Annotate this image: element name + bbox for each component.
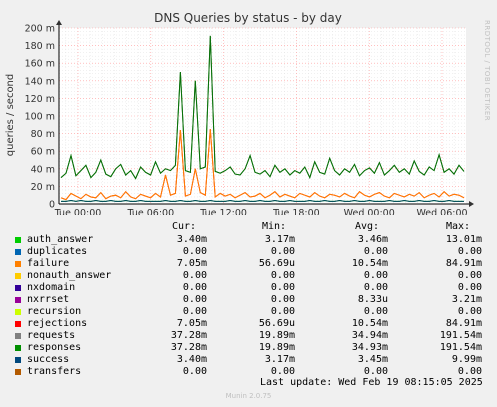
legend-swatch	[15, 309, 21, 315]
legend-swatch	[15, 249, 21, 255]
legend-max: 191.54m	[439, 330, 482, 341]
legend-label: responses	[27, 342, 82, 353]
legend-label: auth_answer	[27, 234, 94, 245]
legend-avg: 10.54m	[351, 318, 388, 329]
legend-cur: 0.00	[182, 246, 207, 257]
legend-label: nxrrset	[27, 294, 70, 305]
legend-avg: 34.94m	[351, 330, 388, 341]
legend-cur: 37.28m	[170, 342, 207, 353]
legend-header-min: Min:	[262, 221, 287, 232]
legend-avg: 3.45m	[357, 354, 388, 365]
legend-swatch	[15, 369, 21, 375]
legend-swatch	[15, 261, 21, 267]
legend-min: 0.00	[270, 294, 295, 305]
legend-swatch	[15, 237, 21, 243]
legend-avg: 34.93m	[351, 342, 388, 353]
y-tick-label: 20 m	[31, 182, 55, 193]
legend-max: 84.91m	[445, 318, 482, 329]
legend-label: requests	[27, 330, 76, 341]
y-tick-label: 180 m	[25, 41, 55, 52]
y-tick-label: 200 m	[25, 24, 55, 35]
legend-max: 3.21m	[451, 294, 482, 305]
legend-avg: 3.46m	[357, 234, 388, 245]
legend-min: 0.00	[270, 270, 295, 281]
version-label: Munin 2.0.75	[225, 392, 272, 400]
x-tick-label: Tue 00:00	[54, 208, 102, 215]
legend-max: 191.54m	[439, 342, 482, 353]
legend-label: rejections	[27, 318, 88, 329]
legend-swatch	[15, 345, 21, 351]
legend-max: 13.01m	[445, 234, 482, 245]
legend-max: 0.00	[457, 270, 482, 281]
legend-min: 19.89m	[258, 342, 295, 353]
legend-max: 0.00	[457, 246, 482, 257]
x-tick-label: Tue 18:00	[272, 208, 320, 215]
legend-label: failure	[27, 258, 70, 269]
legend-swatch	[15, 297, 21, 303]
y-axis-label: queries / second	[5, 74, 16, 156]
last-update: Last update: Wed Feb 19 08:15:05 2025	[260, 377, 483, 388]
legend-min: 0.00	[270, 306, 295, 317]
legend-swatch	[15, 357, 21, 363]
legend-avg: 0.00	[363, 282, 388, 293]
legend-avg: 0.00	[363, 246, 388, 257]
rrdtool-credit: RRDTOOL / TOBI OETIKER	[483, 20, 491, 122]
x-axis-arrow	[469, 201, 474, 207]
x-tick-label: Tue 12:00	[199, 208, 247, 215]
legend-min: 3.17m	[264, 354, 295, 365]
legend-swatch	[15, 321, 21, 327]
legend-min: 56.69u	[258, 258, 295, 269]
legend-max: 9.99m	[451, 354, 482, 365]
y-tick-label: 120 m	[25, 94, 55, 105]
y-tick-label: 60 m	[31, 147, 55, 158]
legend-swatch	[15, 285, 21, 291]
y-tick-label: 160 m	[25, 59, 55, 70]
x-tick-label: Tue 06:00	[126, 208, 174, 215]
x-tick-label: Wed 06:00	[416, 208, 467, 215]
legend-max: 0.00	[457, 282, 482, 293]
legend-min: 0.00	[270, 246, 295, 257]
y-tick-label: 100 m	[25, 112, 55, 123]
legend-min: 0.00	[270, 282, 295, 293]
y-tick-label: 40 m	[31, 164, 55, 175]
legend-label: nxdomain	[27, 282, 76, 293]
legend-min: 56.69u	[258, 318, 295, 329]
chart: DNS Queries by status - by day queries /…	[5, 11, 474, 215]
legend-avg: 8.33u	[357, 294, 388, 305]
y-axis-arrow	[56, 20, 62, 25]
legend-label: duplicates	[27, 246, 88, 257]
legend-cur: 3.40m	[176, 354, 207, 365]
legend-cur: 7.05m	[176, 318, 207, 329]
chart-title: DNS Queries by status - by day	[154, 11, 342, 25]
legend-label: transfers	[27, 366, 82, 377]
legend-cur: 7.05m	[176, 258, 207, 269]
legend-min: 19.89m	[258, 330, 295, 341]
x-tick-label: Wed 00:00	[344, 208, 395, 215]
y-tick-label: 140 m	[25, 76, 55, 87]
legend-swatch	[15, 333, 21, 339]
legend-header-avg: Avg:	[355, 221, 380, 232]
legend-avg: 0.00	[363, 306, 388, 317]
legend-cur: 0.00	[182, 366, 207, 377]
legend-avg: 10.54m	[351, 258, 388, 269]
legend-max: 0.00	[457, 306, 482, 317]
legend-header-cur: Cur:	[172, 221, 197, 232]
legend-label: recursion	[27, 306, 82, 317]
legend-cur: 0.00	[182, 282, 207, 293]
legend-header-max: Max:	[446, 221, 471, 232]
legend-swatch	[15, 273, 21, 279]
legend-cur: 0.00	[182, 294, 207, 305]
legend-max: 84.91m	[445, 258, 482, 269]
legend-cur: 37.28m	[170, 330, 207, 341]
legend-min: 3.17m	[264, 234, 295, 245]
legend-label: success	[27, 354, 70, 365]
legend-cur: 0.00	[182, 270, 207, 281]
legend-cur: 3.40m	[176, 234, 207, 245]
legend-avg: 0.00	[363, 270, 388, 281]
legend-label: nonauth_answer	[27, 270, 112, 281]
y-tick-label: 80 m	[31, 129, 55, 140]
legend-cur: 0.00	[182, 306, 207, 317]
